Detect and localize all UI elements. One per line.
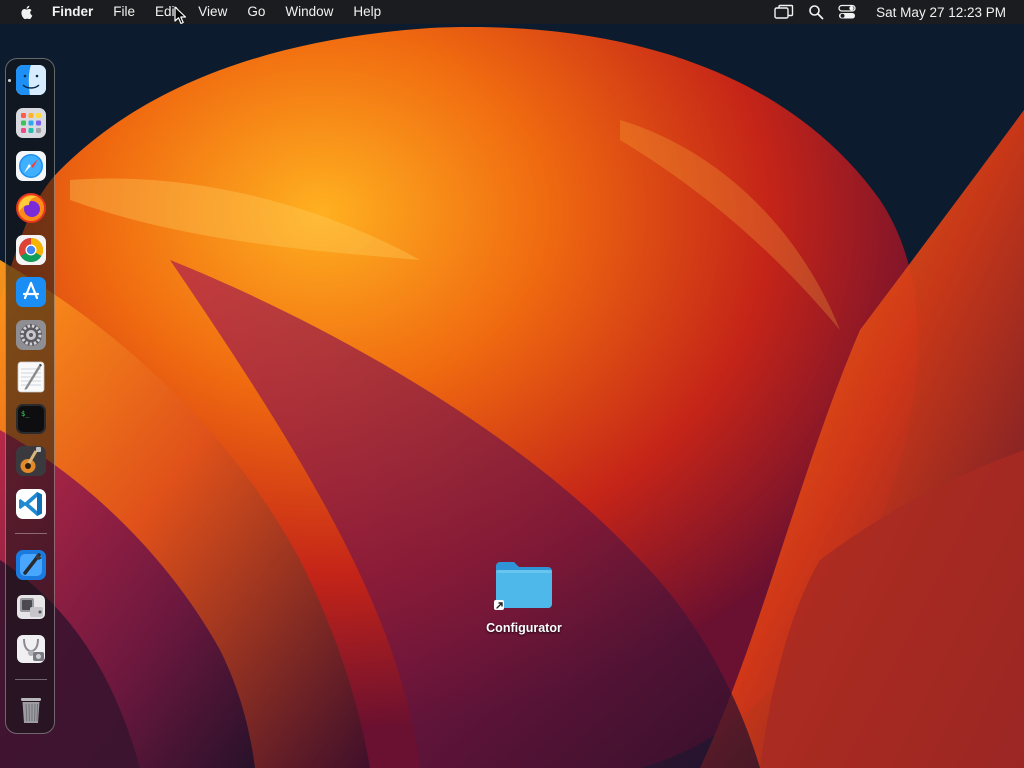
spotlight-search-icon[interactable]	[808, 4, 824, 20]
svg-text:$_: $_	[21, 410, 30, 418]
desktop-wallpaper	[0, 0, 1024, 768]
running-indicator	[8, 79, 11, 82]
disk-utility-icon	[17, 635, 45, 663]
finder-icon	[16, 65, 46, 95]
dock-item-app-store[interactable]	[15, 276, 47, 308]
control-center-icon[interactable]	[838, 4, 856, 20]
screen-mirroring-icon[interactable]	[774, 4, 794, 20]
vscode-icon	[16, 489, 46, 519]
dock-item-disk-utility[interactable]	[15, 633, 47, 665]
textedit-icon	[17, 361, 45, 393]
mouse-cursor-icon	[174, 6, 187, 25]
menu-finder[interactable]: Finder	[52, 0, 103, 24]
trash-icon	[21, 698, 41, 723]
launchpad-icon	[16, 108, 46, 138]
bootcamp-icon	[17, 595, 45, 619]
dock-item-finder[interactable]	[15, 64, 47, 96]
app-store-icon	[16, 277, 46, 307]
dock-item-vscode[interactable]	[15, 488, 47, 520]
terminal-icon: $_	[16, 404, 46, 434]
garageband-icon	[16, 446, 46, 476]
menu-view[interactable]: View	[188, 0, 237, 24]
desktop-folder-configurator[interactable]: Configurator	[472, 556, 576, 635]
firefox-icon	[16, 193, 46, 223]
menu-go[interactable]: Go	[237, 0, 275, 24]
dock-item-textedit[interactable]	[15, 361, 47, 393]
dock-separator	[15, 679, 47, 680]
dock-item-xcode[interactable]	[15, 549, 47, 581]
menu-file[interactable]: File	[103, 0, 145, 24]
folder-alias-icon	[492, 556, 556, 612]
safari-icon	[16, 151, 46, 181]
menu-window[interactable]: Window	[275, 0, 343, 24]
xcode-icon	[16, 550, 46, 580]
system-settings-icon	[16, 320, 46, 350]
dock-item-firefox[interactable]	[15, 192, 47, 224]
apple-menu-icon[interactable]	[18, 3, 36, 21]
menu-bar: Finder File Edit View Go Window Help Sat…	[0, 0, 1024, 24]
menu-bar-clock[interactable]: Sat May 27 12:23 PM	[876, 5, 1006, 20]
dock-item-bootcamp-assistant[interactable]	[15, 591, 47, 623]
dock-item-safari[interactable]	[15, 150, 47, 182]
dock-separator	[15, 533, 47, 534]
dock: $_	[5, 58, 55, 734]
dock-item-terminal[interactable]: $_	[15, 403, 47, 435]
dock-item-garageband[interactable]	[15, 445, 47, 477]
chrome-icon	[16, 235, 46, 265]
dock-item-launchpad[interactable]	[15, 107, 47, 139]
desktop-folder-label: Configurator	[486, 621, 562, 635]
dock-item-chrome[interactable]	[15, 234, 47, 266]
menu-help[interactable]: Help	[343, 0, 391, 24]
dock-item-trash[interactable]	[15, 693, 47, 725]
dock-item-system-settings[interactable]	[15, 319, 47, 351]
